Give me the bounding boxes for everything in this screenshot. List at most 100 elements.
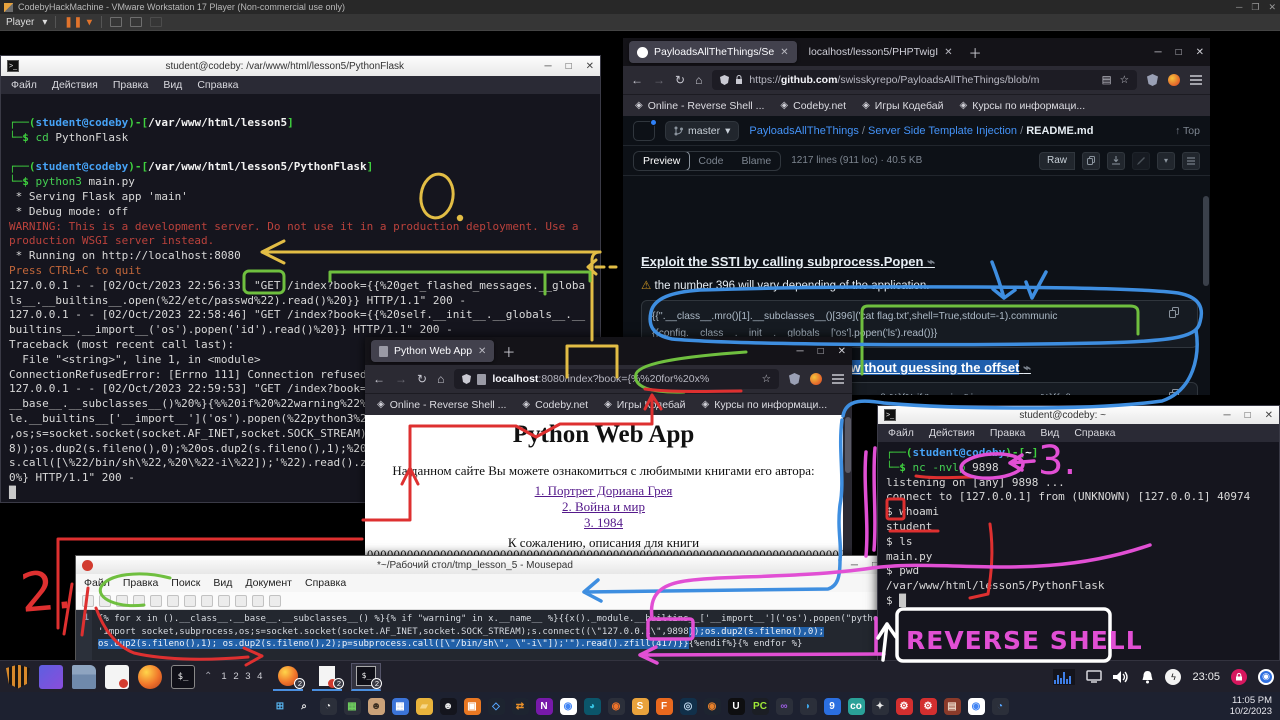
save-as-icon[interactable] <box>133 595 145 607</box>
visual-studio-app[interactable]: ∞ <box>776 698 793 715</box>
sublime-app[interactable]: S <box>632 698 649 715</box>
panel-expand-icon[interactable]: ⌃ <box>204 671 212 682</box>
menu-item[interactable]: Справка <box>305 577 346 589</box>
dragon-app[interactable]: ✦ <box>872 698 889 715</box>
camera-app[interactable]: ◎ <box>680 698 697 715</box>
obsidian-app[interactable]: ☻ <box>440 698 457 715</box>
maximize-button[interactable]: □ <box>566 61 572 72</box>
new-tab-button[interactable]: ＋ <box>969 43 982 62</box>
menu-item[interactable]: Правка <box>113 79 148 91</box>
codeby-menu-icon[interactable] <box>6 665 30 689</box>
mousepad-editor[interactable]: 1 {% for x in ().__class__.__base__.__su… <box>76 610 884 661</box>
raw-button[interactable]: Raw <box>1039 152 1075 170</box>
pause-vm-button[interactable]: ❚❚ ▾ <box>64 17 93 28</box>
blender-app[interactable]: ◉ <box>704 698 721 715</box>
menu-item[interactable]: Файл <box>84 577 110 589</box>
url-bar[interactable]: https://github.com/swisskyrepo/PayloadsA… <box>712 70 1137 90</box>
keepass-app[interactable]: ⚙ <box>896 698 913 715</box>
minimize-button[interactable]: ─ <box>1223 410 1230 421</box>
breadcrumb-dir-link[interactable]: Server Side Template Injection <box>868 125 1017 137</box>
new-tab-button[interactable]: ＋ <box>502 342 515 361</box>
system-monitor-graph[interactable] <box>1053 669 1075 685</box>
vmware-maximize-button[interactable]: ❐ <box>1251 2 1259 13</box>
send-keys-icon[interactable] <box>110 17 122 27</box>
grid-app[interactable]: ▦ <box>344 698 361 715</box>
breadcrumb-repo-link[interactable]: PayloadsAllTheThings <box>749 125 858 137</box>
chrome-browser[interactable]: ◉ <box>560 698 577 715</box>
vmware-close-button[interactable]: ✕ <box>1268 2 1276 13</box>
mousepad-launcher-icon[interactable] <box>119 679 128 688</box>
firefox-extension-icon[interactable] <box>1168 74 1180 86</box>
minimize-button[interactable]: ─ <box>851 560 858 571</box>
pycharm-app[interactable]: PC <box>752 698 769 715</box>
maximize-button[interactable]: □ <box>818 346 824 357</box>
close-tab-icon[interactable]: ✕ <box>944 47 952 58</box>
close-button[interactable]: ✕ <box>1265 410 1273 421</box>
close-tab-icon[interactable]: ✕ <box>780 47 788 58</box>
bookmark-item[interactable]: ◈Игры Кодебай <box>604 399 685 411</box>
firefox-browser[interactable]: ◉ <box>608 698 625 715</box>
flstudio-app[interactable]: F <box>656 698 673 715</box>
display-icon[interactable] <box>1086 670 1102 683</box>
back-icon[interactable]: ← <box>631 73 643 87</box>
replace-icon[interactable] <box>269 595 281 607</box>
tab-blame[interactable]: Blame <box>732 152 780 170</box>
screen-lock-icon[interactable] <box>1231 669 1247 685</box>
save-icon[interactable] <box>116 595 128 607</box>
menu-item[interactable]: Документ <box>245 577 292 589</box>
edit-dropdown-icon[interactable]: ▾ <box>1157 152 1175 170</box>
terminal1-titlebar[interactable]: >_ student@codeby: /var/www/html/lesson5… <box>1 56 600 76</box>
reader-icon[interactable]: ▤ <box>1102 74 1112 86</box>
power-manager-icon[interactable]: ϟ <box>1165 669 1181 685</box>
menu-item[interactable]: Справка <box>197 79 238 91</box>
editor-text[interactable]: {% for x in ().__class__.__base__.__subc… <box>92 610 884 661</box>
menu-item[interactable]: Файл <box>888 427 914 439</box>
terminal2-output[interactable]: ┌──(student@codeby)-[~]└─$ nc -nvlp 9898… <box>878 442 1279 661</box>
windows-clock[interactable]: 11:05 PM 10/2/2023 <box>1230 695 1272 717</box>
clock[interactable]: 23:05 <box>1192 671 1220 683</box>
workspace-switcher[interactable]: 1 2 3 4 <box>221 671 264 682</box>
url-bar[interactable]: localhost:8080/index?book={%%20for%20x% … <box>454 369 779 389</box>
fullscreen-icon[interactable] <box>130 17 142 27</box>
bookmark-item[interactable]: ◈Codeby.net <box>522 399 588 411</box>
map-pin-app[interactable]: 9 <box>824 698 841 715</box>
menu-item[interactable]: Правка <box>990 427 1025 439</box>
book-link[interactable]: 2. Война и мир <box>562 499 645 514</box>
vmware-minimize-button[interactable]: ─ <box>1236 2 1242 13</box>
chrome-profile[interactable]: ◉ <box>968 698 985 715</box>
desktop-pager-icon[interactable] <box>39 665 63 689</box>
close-button[interactable]: ✕ <box>838 346 846 357</box>
menu-item[interactable]: Вид <box>1040 427 1059 439</box>
bookmark-item[interactable]: ◈Курсы по информаци... <box>702 399 828 411</box>
taskbar-firefox-window[interactable]: 2 <box>273 663 303 691</box>
file-tree-icon[interactable] <box>633 121 655 141</box>
home-icon[interactable]: ⌂ <box>437 372 444 386</box>
cut-icon[interactable] <box>201 595 213 607</box>
vscode-app[interactable]: ◗ <box>800 698 817 715</box>
bookmark-star-icon[interactable]: ☆ <box>1120 74 1129 86</box>
menu-item[interactable]: Действия <box>929 427 975 439</box>
volume-icon[interactable] <box>1113 670 1130 684</box>
menu-item[interactable]: Справка <box>1074 427 1115 439</box>
back-icon[interactable]: ← <box>373 372 385 386</box>
undo-icon[interactable] <box>167 595 179 607</box>
book-link[interactable]: 1. Портрет Дориана Грея <box>535 483 673 498</box>
updates-icon[interactable]: ◉ <box>1258 669 1274 685</box>
edge-browser[interactable]: ◕ <box>584 698 601 715</box>
terminal2-titlebar[interactable]: >_ student@codeby: ~ ─ □ ✕ <box>878 406 1279 424</box>
maximize-button[interactable]: □ <box>1176 47 1182 58</box>
tab-localhost-phptwig[interactable]: localhost/lesson5/PHPTwigI✕ <box>801 41 961 63</box>
tab-python-web-app[interactable]: Python Web App✕ <box>371 340 494 362</box>
unreal-app[interactable]: U <box>728 698 745 715</box>
gauge-app[interactable]: ◔ <box>320 698 337 715</box>
menu-item[interactable]: Файл <box>11 79 37 91</box>
file-explorer[interactable]: ▰ <box>416 698 433 715</box>
mousepad-titlebar[interactable]: *~/Рабочий стол/tmp_lesson_5 - Mousepad … <box>76 556 884 574</box>
terminal-window-nc[interactable]: >_ student@codeby: ~ ─ □ ✕ Файл Действия П… <box>877 405 1280 662</box>
portrait-app[interactable]: ☻ <box>368 698 385 715</box>
tab-preview[interactable]: Preview <box>633 151 690 171</box>
reload-icon[interactable]: ↻ <box>417 372 427 386</box>
copy-icon[interactable] <box>218 595 230 607</box>
file-manager-icon[interactable] <box>72 665 96 689</box>
mousepad-window[interactable]: *~/Рабочий стол/tmp_lesson_5 - Mousepad … <box>75 555 885 662</box>
